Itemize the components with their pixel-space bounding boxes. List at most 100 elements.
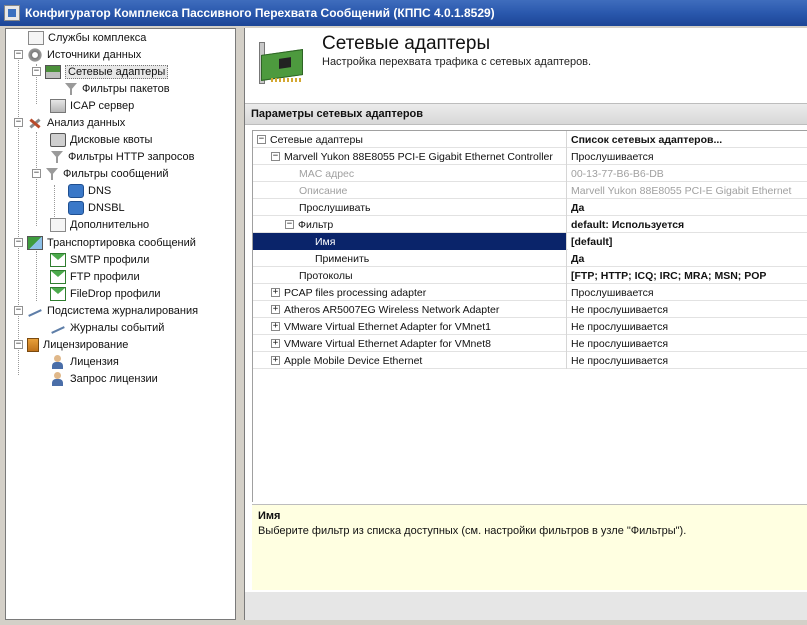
tree-item-dns[interactable]: DNS (68, 182, 111, 199)
property-name: Описание (299, 184, 348, 197)
tree-item-label: SMTP профили (70, 253, 150, 266)
tree-item-label: DNS (88, 184, 112, 197)
grid-row-filter[interactable]: − Фильтр default: Используется (253, 216, 807, 233)
property-grid[interactable]: − Сетевые адаптеры Список сетевых адаптер… (252, 130, 807, 502)
tree-item-additional[interactable]: Дополнительно (50, 216, 149, 233)
tree-item-logging[interactable]: − Подсистема журналирования (14, 302, 198, 319)
grid-row-marvell[interactable]: − Marvell Yukon 88E8055 PCI-E Gigabit Eth… (253, 148, 807, 165)
property-value[interactable]: Список сетевых адаптеров... (568, 131, 807, 148)
collapse-toggle[interactable]: − (14, 118, 23, 127)
expand-toggle[interactable]: + (271, 288, 280, 297)
property-value[interactable]: Прослушивается (568, 284, 807, 301)
collapse-toggle[interactable]: − (257, 135, 266, 144)
tree-item-license[interactable]: Лицензия (50, 353, 119, 370)
grid-row-pcap[interactable]: + PCAP files processing adapter Прослушив… (253, 284, 807, 301)
title-bar: Конфигуратор Комплекса Пассивного Перехв… (0, 0, 807, 26)
tree-item-label: Сетевые адаптеры (65, 64, 169, 79)
property-value[interactable]: Да (568, 199, 807, 216)
tree-item-data-sources[interactable]: − Источники данных (14, 46, 141, 63)
property-value[interactable]: Прослушивается (568, 148, 807, 165)
description-title: Имя (258, 510, 281, 522)
collapse-toggle[interactable]: − (32, 169, 41, 178)
tree-connector (36, 251, 37, 301)
tree-item-label: Анализ данных (47, 116, 126, 129)
property-value[interactable]: Не прослушивается (568, 301, 807, 318)
collapse-toggle[interactable]: − (285, 220, 294, 229)
page-title: Сетевые адаптеры (322, 33, 491, 54)
grid-row-protocols[interactable]: Протоколы [FTP; HTTP; ICQ; IRC; MRA; MSN… (253, 267, 807, 284)
grid-row-filter-name[interactable]: Имя [default] (253, 233, 807, 250)
collapse-toggle[interactable]: − (14, 306, 23, 315)
wrench-doc-icon (28, 30, 44, 45)
expand-toggle[interactable]: + (271, 356, 280, 365)
grid-row-listen[interactable]: Прослушивать Да (253, 199, 807, 216)
app-icon (4, 5, 20, 21)
expand-toggle[interactable]: + (271, 339, 280, 348)
property-value[interactable]: Не прослушивается (568, 318, 807, 335)
gear-icon (27, 47, 43, 62)
tree-item-disk-quotas[interactable]: Дисковые квоты (50, 131, 152, 148)
property-name: Имя (315, 235, 336, 248)
disk-icon (50, 132, 66, 147)
collapse-toggle[interactable]: − (14, 340, 23, 349)
person-icon (50, 371, 66, 386)
tree-item-message-filters[interactable]: − Фильтры сообщений (32, 165, 168, 182)
property-value[interactable]: [default] (568, 233, 807, 250)
transport-icon (27, 235, 43, 250)
tree-item-label: Фильтры сообщений (63, 167, 169, 180)
expand-toggle[interactable]: + (271, 305, 280, 314)
property-name: Фильтр (298, 218, 334, 231)
tree-item-icap-server[interactable]: ICAP сервер (50, 97, 134, 114)
collapse-toggle[interactable]: − (271, 152, 280, 161)
tree-item-packet-filters[interactable]: Фильтры пакетов (64, 80, 170, 97)
tree-item-ftp-profiles[interactable]: FTP профили (50, 268, 140, 285)
grid-row-adapters[interactable]: − Сетевые адаптеры Список сетевых адаптер… (253, 131, 807, 148)
network-card-icon (257, 38, 307, 88)
tree-item-data-analysis[interactable]: − Анализ данных (14, 114, 125, 131)
network-icon (68, 200, 84, 215)
tree-item-dnsbl[interactable]: DNSBL (68, 199, 125, 216)
grid-row-vmnet1[interactable]: + VMware Virtual Ethernet Adapter for VMn… (253, 318, 807, 335)
tree-item-smtp-profiles[interactable]: SMTP профили (50, 251, 149, 268)
tree-item-label: Подсистема журналирования (47, 304, 199, 317)
tree-item-label: DNSBL (88, 201, 125, 214)
tree-item-http-filters[interactable]: Фильтры HTTP запросов (50, 148, 194, 165)
mail-icon (50, 269, 66, 284)
grid-row-vmnet8[interactable]: + VMware Virtual Ethernet Adapter for VMn… (253, 335, 807, 352)
tree-item-label: Службы комплекса (48, 31, 147, 44)
collapse-toggle[interactable]: − (32, 67, 41, 76)
tree-item-label: Лицензия (70, 355, 119, 368)
tree-item-label: Журналы событий (70, 321, 165, 334)
property-value[interactable]: default: Используется (568, 216, 807, 233)
collapse-toggle[interactable]: − (14, 238, 23, 247)
tree-item-label: Фильтры пакетов (82, 82, 170, 95)
property-value[interactable]: Да (568, 250, 807, 267)
expand-toggle[interactable]: + (271, 322, 280, 331)
tree-item-filedrop-profiles[interactable]: FileDrop профили (50, 285, 161, 302)
tree-item-event-logs[interactable]: Журналы событий (50, 319, 164, 336)
grid-row-atheros[interactable]: + Atheros AR5007EG Wireless Network Adapt… (253, 301, 807, 318)
grid-row-apple[interactable]: + Apple Mobile Device Ethernet Не прослуш… (253, 352, 807, 369)
collapse-toggle[interactable]: − (14, 50, 23, 59)
tree-item-transport[interactable]: − Транспортировка сообщений (14, 234, 196, 251)
tree-item-label: FTP профили (70, 270, 140, 283)
property-value[interactable]: Не прослушивается (568, 335, 807, 352)
property-value[interactable]: Не прослушивается (568, 352, 807, 369)
mail-icon (50, 252, 66, 267)
property-name: Протоколы (299, 269, 353, 282)
navigation-tree[interactable]: Службы комплекса − Источники данных − Се… (5, 28, 236, 620)
person-icon (50, 354, 66, 369)
tree-item-label: Фильтры HTTP запросов (68, 150, 195, 163)
network-icon (68, 183, 84, 198)
tree-item-license-request[interactable]: Запрос лицензии (50, 370, 158, 387)
tree-item-network-adapters[interactable]: − Сетевые адаптеры (32, 63, 169, 80)
grid-row-description[interactable]: Описание Marvell Yukon 88E8055 PCI-E Gig… (253, 182, 807, 199)
page-header: Сетевые адаптеры Настройка перехвата тра… (245, 28, 807, 98)
grid-row-apply[interactable]: Применить Да (253, 250, 807, 267)
property-name: Сетевые адаптеры (270, 133, 363, 146)
grid-row-mac[interactable]: MAC адрес 00-13-77-B6-B6-DB (253, 165, 807, 182)
tree-connector (18, 55, 19, 375)
property-value[interactable]: [FTP; HTTP; ICQ; IRC; MRA; MSN; POP (568, 267, 807, 284)
tree-item-services[interactable]: Службы комплекса (28, 29, 146, 46)
tree-item-licensing[interactable]: − Лицензирование (14, 336, 128, 353)
